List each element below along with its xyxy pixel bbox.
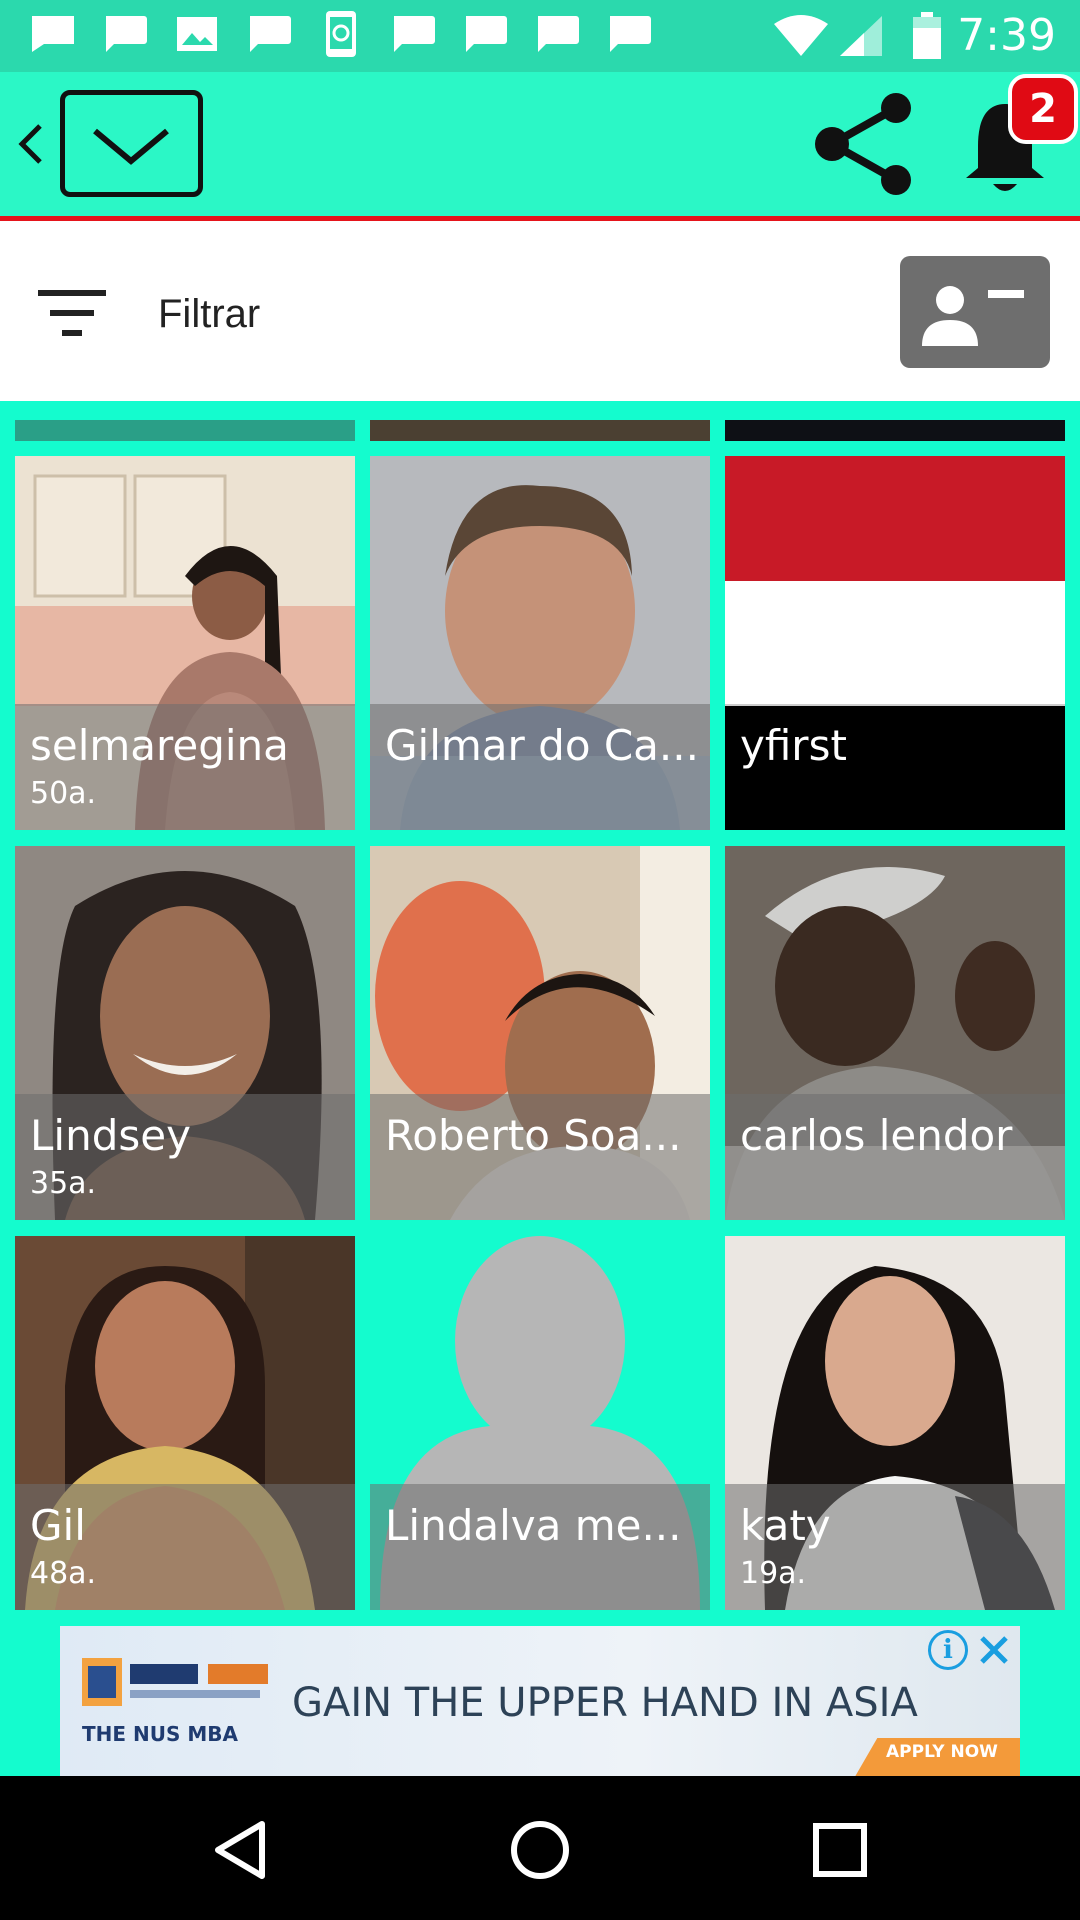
profile-name: Gilmar do Ca...	[385, 721, 699, 770]
profile-name: Lindsey	[30, 1111, 191, 1160]
ad-close-icon[interactable]	[974, 1630, 1014, 1670]
status-bar: 7:39	[0, 0, 1080, 72]
chat-icon	[466, 16, 507, 52]
contact-card-icon	[922, 286, 1024, 346]
ad-cta[interactable]: APPLY NOW	[886, 1742, 998, 1762]
filter-icon[interactable]	[38, 290, 106, 340]
profile-name: Lindalva me...	[385, 1501, 682, 1550]
image-icon	[177, 17, 217, 51]
chat-icon	[610, 16, 651, 52]
profile-tile[interactable]: Lindalva me...	[370, 1236, 710, 1610]
chat-icon	[106, 16, 147, 52]
battery-icon	[913, 12, 941, 59]
profile-age: 50a.	[30, 776, 97, 811]
mail-icon	[93, 128, 169, 165]
partial-tile	[725, 420, 1065, 441]
ad-info-icon[interactable]: i	[928, 1630, 968, 1670]
profile-name: Roberto Soa...	[385, 1111, 682, 1160]
chat-icon	[250, 16, 291, 52]
contact-card-button[interactable]	[900, 256, 1050, 368]
wifi-icon	[774, 15, 828, 56]
share-icon[interactable]	[812, 92, 916, 196]
partial-tile	[370, 420, 710, 441]
chevron-left-icon[interactable]	[12, 112, 48, 176]
profile-tile[interactable]: Roberto Soa...	[370, 846, 710, 1220]
chat-icon	[394, 16, 435, 52]
ad-headline: GAIN THE UPPER HAND IN ASIA	[292, 1680, 918, 1726]
profile-name: katy	[740, 1501, 831, 1550]
chat-icon	[538, 16, 579, 52]
profile-name: Gil	[30, 1501, 86, 1550]
profile-age: 48a.	[30, 1556, 97, 1591]
signal-icon	[840, 16, 882, 56]
profile-tile[interactable]: katy 19a.	[725, 1236, 1065, 1610]
profile-age: 35a.	[30, 1166, 97, 1201]
profile-age: 19a.	[740, 1556, 807, 1591]
home-icon[interactable]	[508, 1818, 572, 1882]
phone-sync-icon	[326, 11, 356, 57]
recents-icon[interactable]	[808, 1818, 872, 1882]
profile-tile[interactable]: Lindsey 35a.	[15, 846, 355, 1220]
filter-label[interactable]: Filtrar	[158, 286, 260, 342]
mail-button[interactable]	[60, 90, 203, 197]
ad-brand: THE NUS MBA	[82, 1722, 238, 1746]
partial-tile	[15, 420, 355, 441]
back-icon[interactable]	[210, 1818, 274, 1882]
ad-banner[interactable]: GAIN THE UPPER HAND IN ASIA THE NUS MBA …	[60, 1626, 1020, 1776]
message-icon	[32, 16, 74, 52]
profile-tile[interactable]: Gil 48a.	[15, 1236, 355, 1610]
profile-tile[interactable]: selmaregina 50a.	[15, 456, 355, 830]
profile-tile[interactable]: yfirst	[725, 456, 1065, 830]
notification-badge: 2	[1008, 74, 1078, 144]
clock: 7:39	[957, 10, 1056, 61]
profile-name: yfirst	[740, 721, 847, 770]
profile-tile[interactable]: carlos lendor	[725, 846, 1065, 1220]
profile-tile[interactable]: Gilmar do Ca...	[370, 456, 710, 830]
profile-name: selmaregina	[30, 721, 289, 770]
profile-name: carlos lendor	[740, 1111, 1013, 1160]
